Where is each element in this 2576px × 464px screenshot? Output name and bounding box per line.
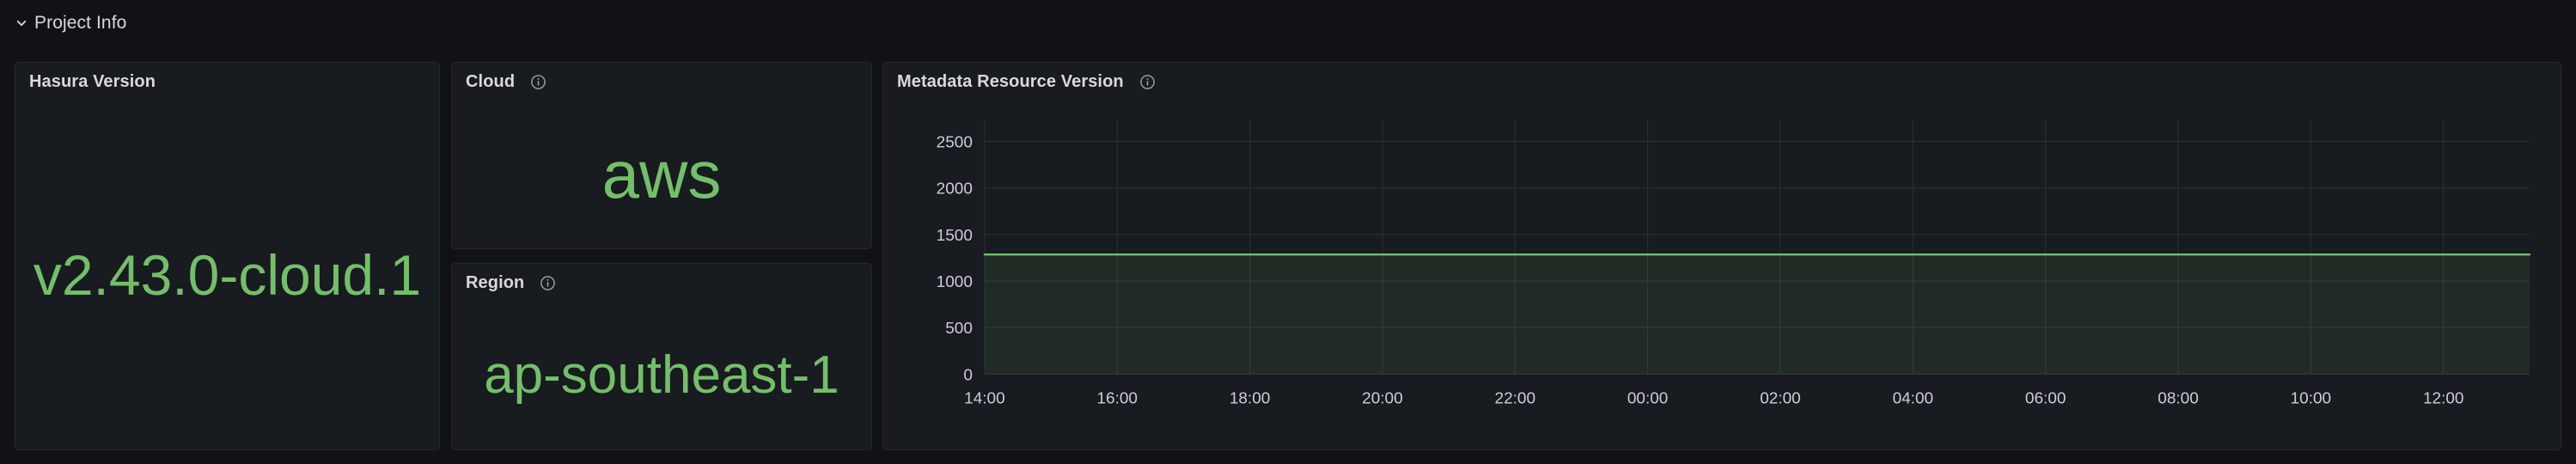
y-axis-tick-label: 1500 [937, 227, 973, 245]
panel-header: Metadata Resource Version [883, 63, 2561, 101]
x-axis-tick-label: 10:00 [2291, 389, 2331, 407]
panel-region[interactable]: Region ap-southeast-1 [451, 263, 872, 450]
x-axis-tick-label: 04:00 [1893, 389, 1933, 407]
stat-body: v2.43.0-cloud.1 [15, 101, 439, 449]
panel-header: Region [452, 264, 871, 302]
panel-cloud[interactable]: Cloud aws [451, 62, 872, 249]
row-title: Project Info [34, 12, 127, 33]
region-value: ap-southeast-1 [484, 345, 839, 405]
x-axis-tick-label: 06:00 [2025, 389, 2066, 407]
panel-metadata-resource-version[interactable]: Metadata Resource Version 0 500 1000 1500 20… [882, 62, 2561, 450]
x-axis-tick-label: 14:00 [964, 389, 1004, 407]
panel-header: Cloud [452, 63, 871, 101]
x-axis-tick-label: 22:00 [1495, 389, 1535, 407]
y-axis-tick-label: 0 [963, 366, 973, 384]
y-axis-tick-label: 2000 [937, 180, 973, 198]
series-area-fill [984, 254, 2530, 375]
panel-title: Metadata Resource Version [897, 71, 1124, 91]
panel-hasura-version[interactable]: Hasura Version v2.43.0-cloud.1 [15, 62, 440, 450]
panel-header: Hasura Version [15, 63, 439, 101]
info-circle-icon[interactable] [530, 74, 546, 90]
cloud-value: aws [601, 137, 722, 212]
x-axis-tick-label: 02:00 [1760, 389, 1800, 407]
x-axis-tick-label: 08:00 [2158, 389, 2198, 407]
x-axis-tick-label: 18:00 [1230, 389, 1270, 407]
row-header-project-info[interactable]: Project Info [15, 7, 126, 38]
x-axis-tick-label: 12:00 [2423, 389, 2463, 407]
panel-title: Hasura Version [29, 71, 156, 91]
panel-title: Cloud [466, 71, 516, 91]
stat-body: ap-southeast-1 [452, 302, 871, 449]
x-axis-tick-label: 00:00 [1627, 389, 1668, 407]
hasura-version-value: v2.43.0-cloud.1 [33, 243, 422, 307]
y-axis-tick-label: 1000 [937, 273, 973, 291]
y-axis-tick-label: 2500 [937, 134, 973, 152]
panel-title: Region [466, 272, 525, 292]
y-axis-tick-label: 500 [945, 320, 973, 338]
stat-body: aws [452, 101, 871, 248]
chevron-down-icon [15, 16, 28, 30]
x-axis-tick-label: 20:00 [1362, 389, 1402, 407]
chart-canvas[interactable]: 0 500 1000 1500 2000 2500 14:00 16:00 18:00 20:00… [883, 101, 2561, 449]
info-circle-icon[interactable] [540, 275, 556, 291]
x-axis-tick-label: 16:00 [1096, 389, 1137, 407]
timeseries-chart[interactable]: 0 500 1000 1500 2000 2500 14:00 16:00 18:00 20:00… [883, 101, 2561, 449]
info-circle-icon[interactable] [1139, 74, 1156, 90]
